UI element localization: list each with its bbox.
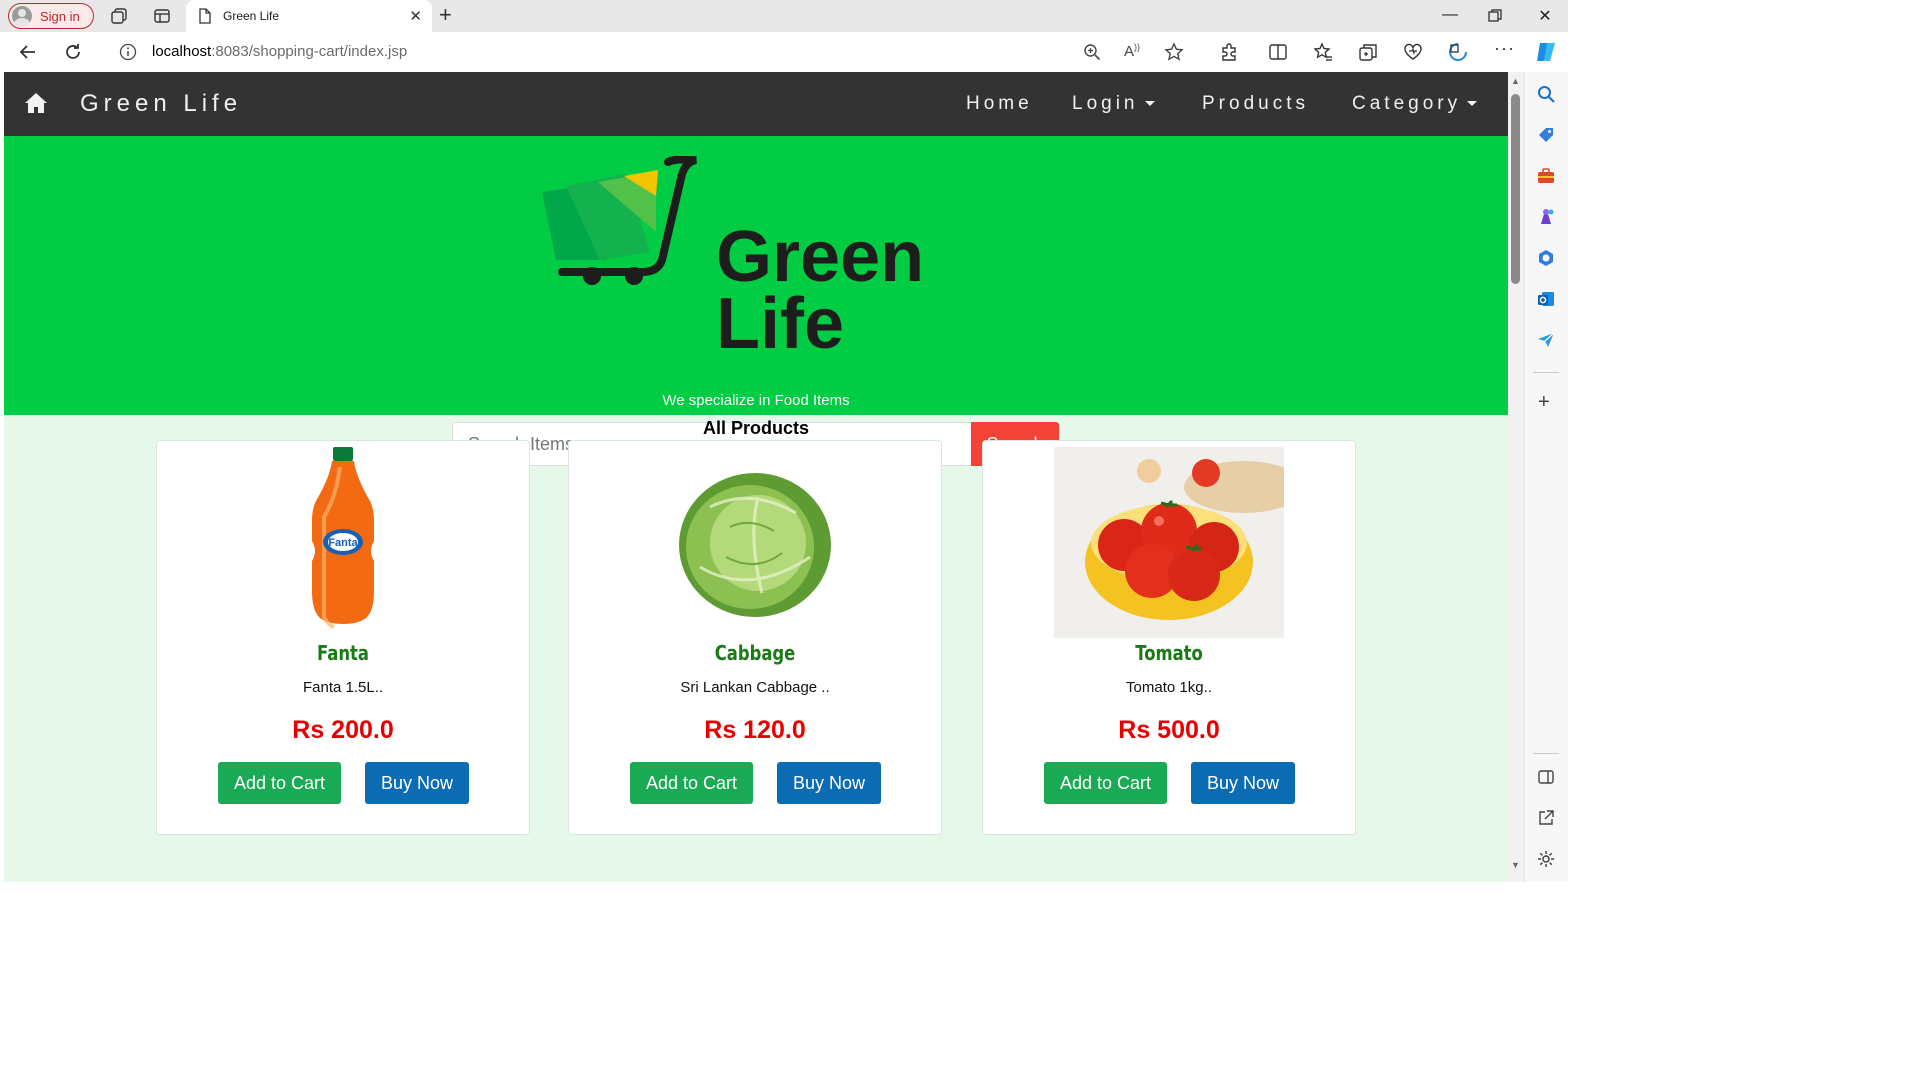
browser-tab-active[interactable]: Green Life ✕ — [186, 0, 432, 32]
category-dropdown-caret-icon — [1467, 101, 1478, 107]
sidebar-games-icon[interactable] — [1537, 208, 1555, 226]
nav-login-label: Login — [1072, 93, 1139, 114]
product-card: Cabbage Sri Lankan Cabbage .. Rs 120.0 A… — [568, 440, 942, 835]
sidebar-divider — [1533, 372, 1559, 373]
restore-icon[interactable] — [1488, 9, 1502, 23]
nav-login[interactable]: Login — [1072, 93, 1155, 115]
nav-home[interactable]: Home — [966, 93, 1033, 115]
add-to-cart-button[interactable]: Add to Cart — [630, 762, 753, 804]
url-host: localhost — [152, 43, 212, 60]
browser-essentials-icon[interactable] — [1403, 42, 1423, 62]
logo-wordmark: Green Life — [716, 217, 925, 364]
section-title: All Products — [702, 418, 809, 438]
product-price: Rs 500.0 — [1118, 716, 1220, 744]
vertical-tabs-icon[interactable] — [153, 7, 171, 25]
hero-banner: Green Life We specialize in Food Items S… — [4, 136, 1508, 466]
product-name[interactable]: Fanta — [190, 641, 495, 665]
product-image — [640, 447, 870, 638]
sidebar-outlook-icon[interactable] — [1537, 290, 1555, 308]
tagline: We specialize in Food Items — [662, 392, 850, 409]
url-text[interactable]: localhost:8083/shopping-cart/index.jsp — [152, 43, 407, 60]
zoom-icon[interactable] — [1083, 43, 1101, 61]
sidebar-external-link-icon[interactable] — [1537, 809, 1555, 827]
product-price: Rs 200.0 — [292, 716, 394, 744]
site-brand[interactable]: Green Life — [80, 90, 242, 118]
logo-line-1: Green — [716, 217, 925, 297]
scroll-down-icon[interactable]: ▼ — [1511, 860, 1520, 870]
extensions-icon[interactable] — [1219, 42, 1239, 62]
nav-category-label: Category — [1352, 93, 1462, 114]
product-price: Rs 120.0 — [704, 716, 806, 744]
product-description: Tomato 1kg.. — [1126, 679, 1212, 696]
page-icon — [199, 8, 211, 24]
product-name[interactable]: Tomato — [1016, 641, 1321, 665]
buy-now-button[interactable]: Buy Now — [1191, 762, 1295, 804]
sidebar-shopping-icon[interactable] — [1537, 126, 1555, 144]
cabbage-icon — [679, 473, 831, 617]
home-icon[interactable] — [24, 92, 48, 114]
edge-sidebar — [1524, 72, 1568, 882]
site-info-icon[interactable] — [119, 43, 137, 61]
copilot-icon[interactable] — [1534, 40, 1558, 64]
buy-now-button[interactable]: Buy Now — [777, 762, 881, 804]
sidebar-search-icon[interactable] — [1537, 85, 1555, 103]
close-window-icon[interactable]: ✕ — [1535, 6, 1555, 26]
browser-title-bar: Sign in Green Life ✕ + — ✕ — [0, 0, 1568, 32]
shopping-cart-logo-icon — [542, 156, 698, 285]
product-card: Fanta Fanta Fanta 1.5L.. Rs 200.0 Add to… — [156, 440, 530, 835]
profile-avatar-icon — [12, 6, 32, 26]
sidebar-tools-icon[interactable] — [1537, 167, 1555, 185]
sidebar-add-icon[interactable]: + — [1538, 392, 1550, 412]
sidebar-copilot-icon[interactable] — [1537, 249, 1555, 267]
collections-icon[interactable] — [1358, 42, 1378, 62]
site-navbar: Green Life Home Login Products Category — [4, 72, 1508, 136]
soda-bottle-icon: Fanta — [312, 447, 374, 629]
logo-line-2: Life — [716, 284, 845, 364]
back-arrow-icon[interactable] — [18, 42, 38, 62]
add-to-cart-button[interactable]: Add to Cart — [218, 762, 341, 804]
close-tab-icon[interactable]: ✕ — [409, 7, 422, 25]
buy-now-button[interactable]: Buy Now — [365, 762, 469, 804]
split-screen-icon[interactable] — [1268, 42, 1288, 62]
product-name[interactable]: Cabbage — [602, 641, 907, 665]
scroll-up-icon[interactable]: ▲ — [1511, 76, 1520, 86]
edge-copilot-icon[interactable] — [1448, 42, 1468, 62]
sidebar-divider — [1533, 753, 1559, 754]
product-description: Sri Lankan Cabbage .. — [680, 679, 830, 696]
sidebar-settings-gear-icon[interactable] — [1537, 850, 1555, 868]
product-image: Fanta — [228, 447, 458, 638]
product-image — [1054, 447, 1284, 638]
add-to-cart-button[interactable]: Add to Cart — [1044, 762, 1167, 804]
login-dropdown-caret-icon — [1144, 101, 1155, 107]
web-page: Green Life Home Login Products Category … — [4, 72, 1508, 882]
read-aloud-icon[interactable]: A)) — [1124, 42, 1140, 60]
svg-text:Fanta: Fanta — [328, 537, 358, 549]
product-description: Fanta 1.5L.. — [302, 679, 384, 696]
minimize-icon[interactable]: — — [1440, 6, 1460, 24]
sign-in-button[interactable]: Sign in — [8, 3, 94, 29]
nav-category[interactable]: Category — [1352, 93, 1478, 115]
scrollbar-thumb[interactable] — [1511, 94, 1520, 284]
tab-title: Green Life — [223, 9, 280, 23]
reload-icon[interactable] — [63, 42, 83, 62]
more-menu-icon[interactable]: ··· — [1494, 38, 1515, 59]
sign-in-label: Sign in — [40, 8, 80, 24]
nav-products[interactable]: Products — [1202, 93, 1309, 115]
favorites-icon[interactable] — [1313, 42, 1333, 62]
favorite-star-icon[interactable] — [1164, 42, 1184, 62]
url-path: :8083/shopping-cart/index.jsp — [211, 43, 408, 60]
new-tab-icon[interactable]: + — [439, 4, 452, 26]
sidebar-panel-icon[interactable] — [1537, 768, 1555, 786]
tomatoes-in-bowl-icon — [1054, 447, 1284, 638]
product-card: Tomato Tomato 1kg.. Rs 500.0 Add to Cart… — [982, 440, 1356, 835]
sidebar-send-icon[interactable] — [1537, 331, 1555, 349]
workspaces-icon[interactable] — [110, 7, 128, 25]
